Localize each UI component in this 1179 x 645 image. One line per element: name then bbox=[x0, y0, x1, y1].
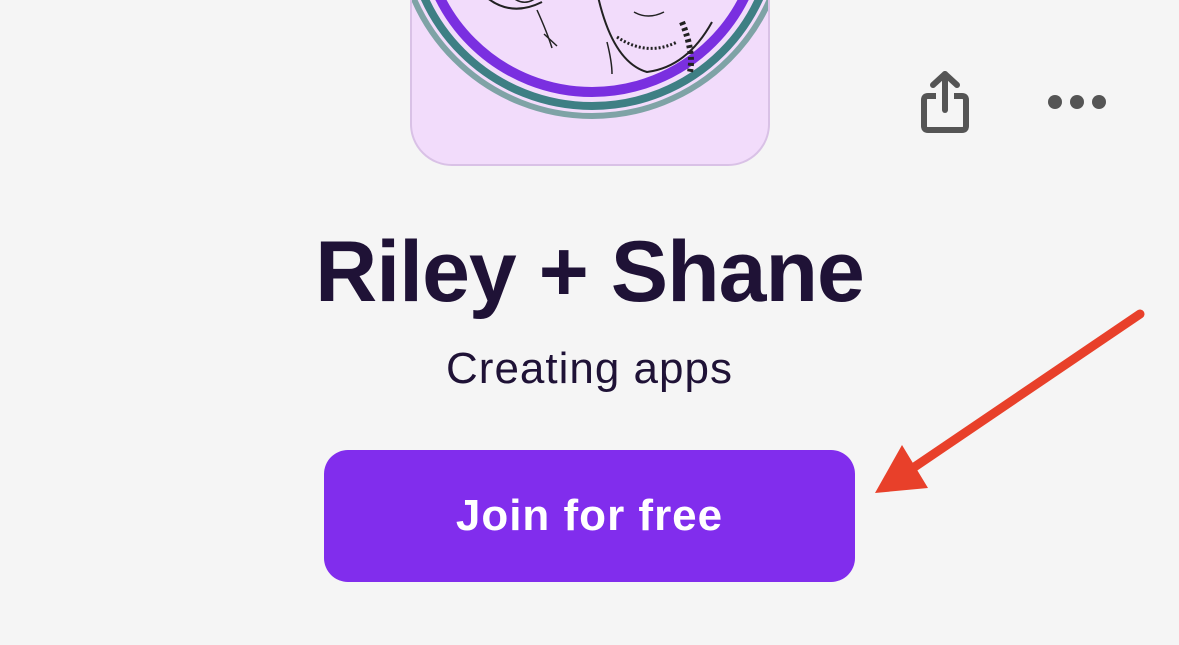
creator-name: Riley + Shane bbox=[315, 224, 865, 320]
more-horizontal-icon bbox=[1048, 95, 1106, 109]
creator-tagline: Creating apps bbox=[446, 344, 733, 393]
share-button[interactable] bbox=[912, 66, 978, 138]
avatar-illustration bbox=[412, 0, 768, 119]
creator-avatar bbox=[410, 0, 770, 166]
more-options-button[interactable] bbox=[1040, 80, 1114, 124]
join-for-free-button[interactable]: Join for free bbox=[324, 450, 855, 582]
share-icon bbox=[921, 71, 969, 133]
